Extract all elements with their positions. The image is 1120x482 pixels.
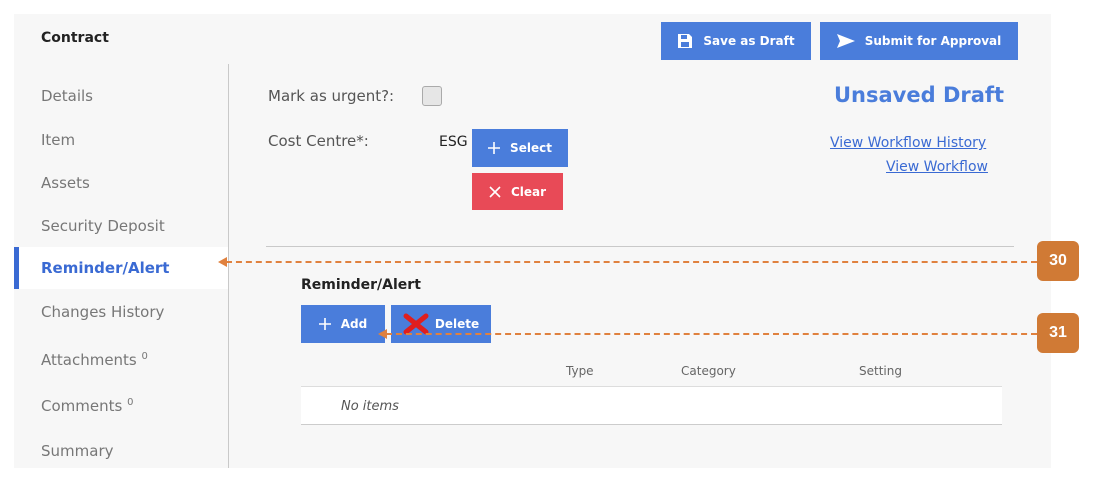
callout-badge-30: 30 bbox=[1037, 241, 1079, 281]
sidebar-item-comments[interactable]: Comments 0 bbox=[14, 382, 228, 424]
plus-icon bbox=[488, 142, 501, 154]
sidebar-item-label: Assets bbox=[41, 174, 90, 192]
sidebar-item-changes-history[interactable]: Changes History bbox=[14, 291, 228, 333]
sidebar-item-label: Attachments bbox=[41, 351, 137, 369]
reminder-section-title: Reminder/Alert bbox=[301, 277, 421, 293]
table-row: No items bbox=[301, 387, 1002, 425]
delete-reminder-button[interactable]: Delete bbox=[391, 305, 491, 343]
select-label: Select bbox=[510, 141, 552, 155]
sidebar-item-summary[interactable]: Summary bbox=[14, 430, 228, 472]
close-icon bbox=[489, 185, 501, 198]
save-as-draft-label: Save as Draft bbox=[703, 34, 795, 48]
add-label: Add bbox=[340, 317, 368, 331]
plus-icon bbox=[318, 318, 331, 330]
sidebar-item-label: Summary bbox=[41, 442, 114, 460]
cost-centre-label: Cost Centre*: bbox=[268, 132, 369, 150]
submit-for-approval-label: Submit for Approval bbox=[864, 34, 1002, 48]
clear-label: Clear bbox=[510, 184, 547, 199]
sidebar-item-label: Item bbox=[41, 131, 76, 149]
empty-message: No items bbox=[341, 399, 399, 414]
clear-cost-centre-button[interactable]: Clear bbox=[472, 173, 563, 210]
add-reminder-button[interactable]: Add bbox=[301, 305, 385, 343]
top-bar: Contract Save as Draft Submit for Approv… bbox=[14, 14, 1051, 64]
callout-badge-31: 31 bbox=[1037, 313, 1079, 353]
cost-centre-value: ESG bbox=[439, 134, 468, 150]
sidebar-item-details[interactable]: Details bbox=[14, 75, 228, 117]
view-workflow-link[interactable]: View Workflow bbox=[886, 159, 988, 175]
urgent-checkbox[interactable] bbox=[422, 86, 442, 106]
column-header-category[interactable]: Category bbox=[681, 364, 736, 378]
sidebar-item-label: Security Deposit bbox=[41, 217, 165, 235]
sidebar-item-security-deposit[interactable]: Security Deposit bbox=[14, 205, 228, 247]
callout-line-30 bbox=[226, 261, 1037, 263]
callout-arrow-30 bbox=[218, 257, 227, 267]
save-as-draft-button[interactable]: Save as Draft bbox=[661, 22, 811, 60]
sidebar-item-label: Reminder/Alert bbox=[41, 259, 170, 277]
sidebar-item-label: Comments bbox=[41, 397, 123, 415]
select-cost-centre-button[interactable]: Select bbox=[472, 129, 568, 167]
delete-icon bbox=[403, 313, 429, 335]
submit-for-approval-button[interactable]: Submit for Approval bbox=[820, 22, 1018, 60]
column-header-setting[interactable]: Setting bbox=[859, 364, 902, 378]
sidebar-item-assets[interactable]: Assets bbox=[14, 162, 228, 204]
comments-count: 0 bbox=[127, 397, 134, 408]
callout-arrow-31 bbox=[378, 329, 387, 339]
urgent-label: Mark as urgent?: bbox=[268, 87, 395, 105]
contract-form: Contract Save as Draft Submit for Approv… bbox=[14, 14, 1051, 468]
delete-label: Delete bbox=[434, 317, 480, 331]
sidebar-item-label: Changes History bbox=[41, 303, 165, 321]
sidebar: Details Item Assets Security Deposit Rem… bbox=[14, 64, 229, 468]
page-title: Contract bbox=[41, 30, 109, 46]
send-icon bbox=[836, 34, 855, 48]
view-workflow-history-link[interactable]: View Workflow History bbox=[830, 135, 986, 151]
grid-header: Type Category Setting bbox=[301, 355, 1002, 387]
save-icon bbox=[677, 33, 693, 49]
section-divider bbox=[266, 246, 1014, 247]
reminder-grid: Type Category Setting No items bbox=[301, 355, 1002, 425]
attachments-count: 0 bbox=[141, 351, 148, 362]
sidebar-item-attachments[interactable]: Attachments 0 bbox=[14, 336, 228, 378]
column-header-type[interactable]: Type bbox=[566, 364, 594, 378]
callout-line-31 bbox=[386, 333, 1037, 335]
draft-status: Unsaved Draft bbox=[834, 83, 1005, 107]
sidebar-item-label: Details bbox=[41, 87, 94, 105]
sidebar-item-item[interactable]: Item bbox=[14, 119, 228, 161]
sidebar-item-reminder-alert[interactable]: Reminder/Alert bbox=[14, 247, 228, 289]
